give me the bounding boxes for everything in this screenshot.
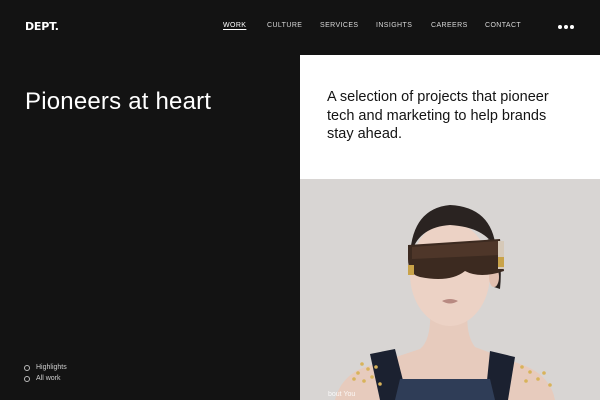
page-title: Pioneers at heart — [25, 88, 212, 115]
dot — [564, 25, 568, 29]
site-header: DEPT. WORK CULTURE SERVICES INSIGHTS CAR… — [0, 0, 600, 54]
work-filters: Highlights All work — [24, 362, 67, 384]
radio-icon — [24, 375, 30, 382]
radio-icon — [24, 364, 30, 371]
intro-panel: A selection of projects that pioneer tec… — [300, 55, 600, 179]
nav-contact[interactable]: CONTACT — [485, 22, 521, 29]
image-caption: bout You — [328, 391, 356, 398]
filter-label: All work — [36, 375, 61, 382]
nav-services[interactable]: SERVICES — [320, 22, 358, 29]
featured-project-image[interactable]: bout You — [300, 179, 600, 400]
dot — [570, 25, 574, 29]
intro-text: A selection of projects that pioneer tec… — [327, 89, 549, 142]
filter-label: Highlights — [36, 364, 67, 371]
nav-culture[interactable]: CULTURE — [267, 22, 302, 29]
nav-work[interactable]: WORK — [223, 22, 246, 29]
portrait-illustration — [300, 179, 600, 400]
filter-highlights[interactable]: Highlights — [24, 362, 67, 373]
filter-all-work[interactable]: All work — [24, 373, 67, 384]
nav-insights[interactable]: INSIGHTS — [376, 22, 412, 29]
dot — [558, 25, 562, 29]
nav-careers[interactable]: CAREERS — [431, 22, 468, 29]
more-dots-icon[interactable] — [558, 24, 574, 30]
dept-logo[interactable]: DEPT. — [25, 20, 59, 33]
